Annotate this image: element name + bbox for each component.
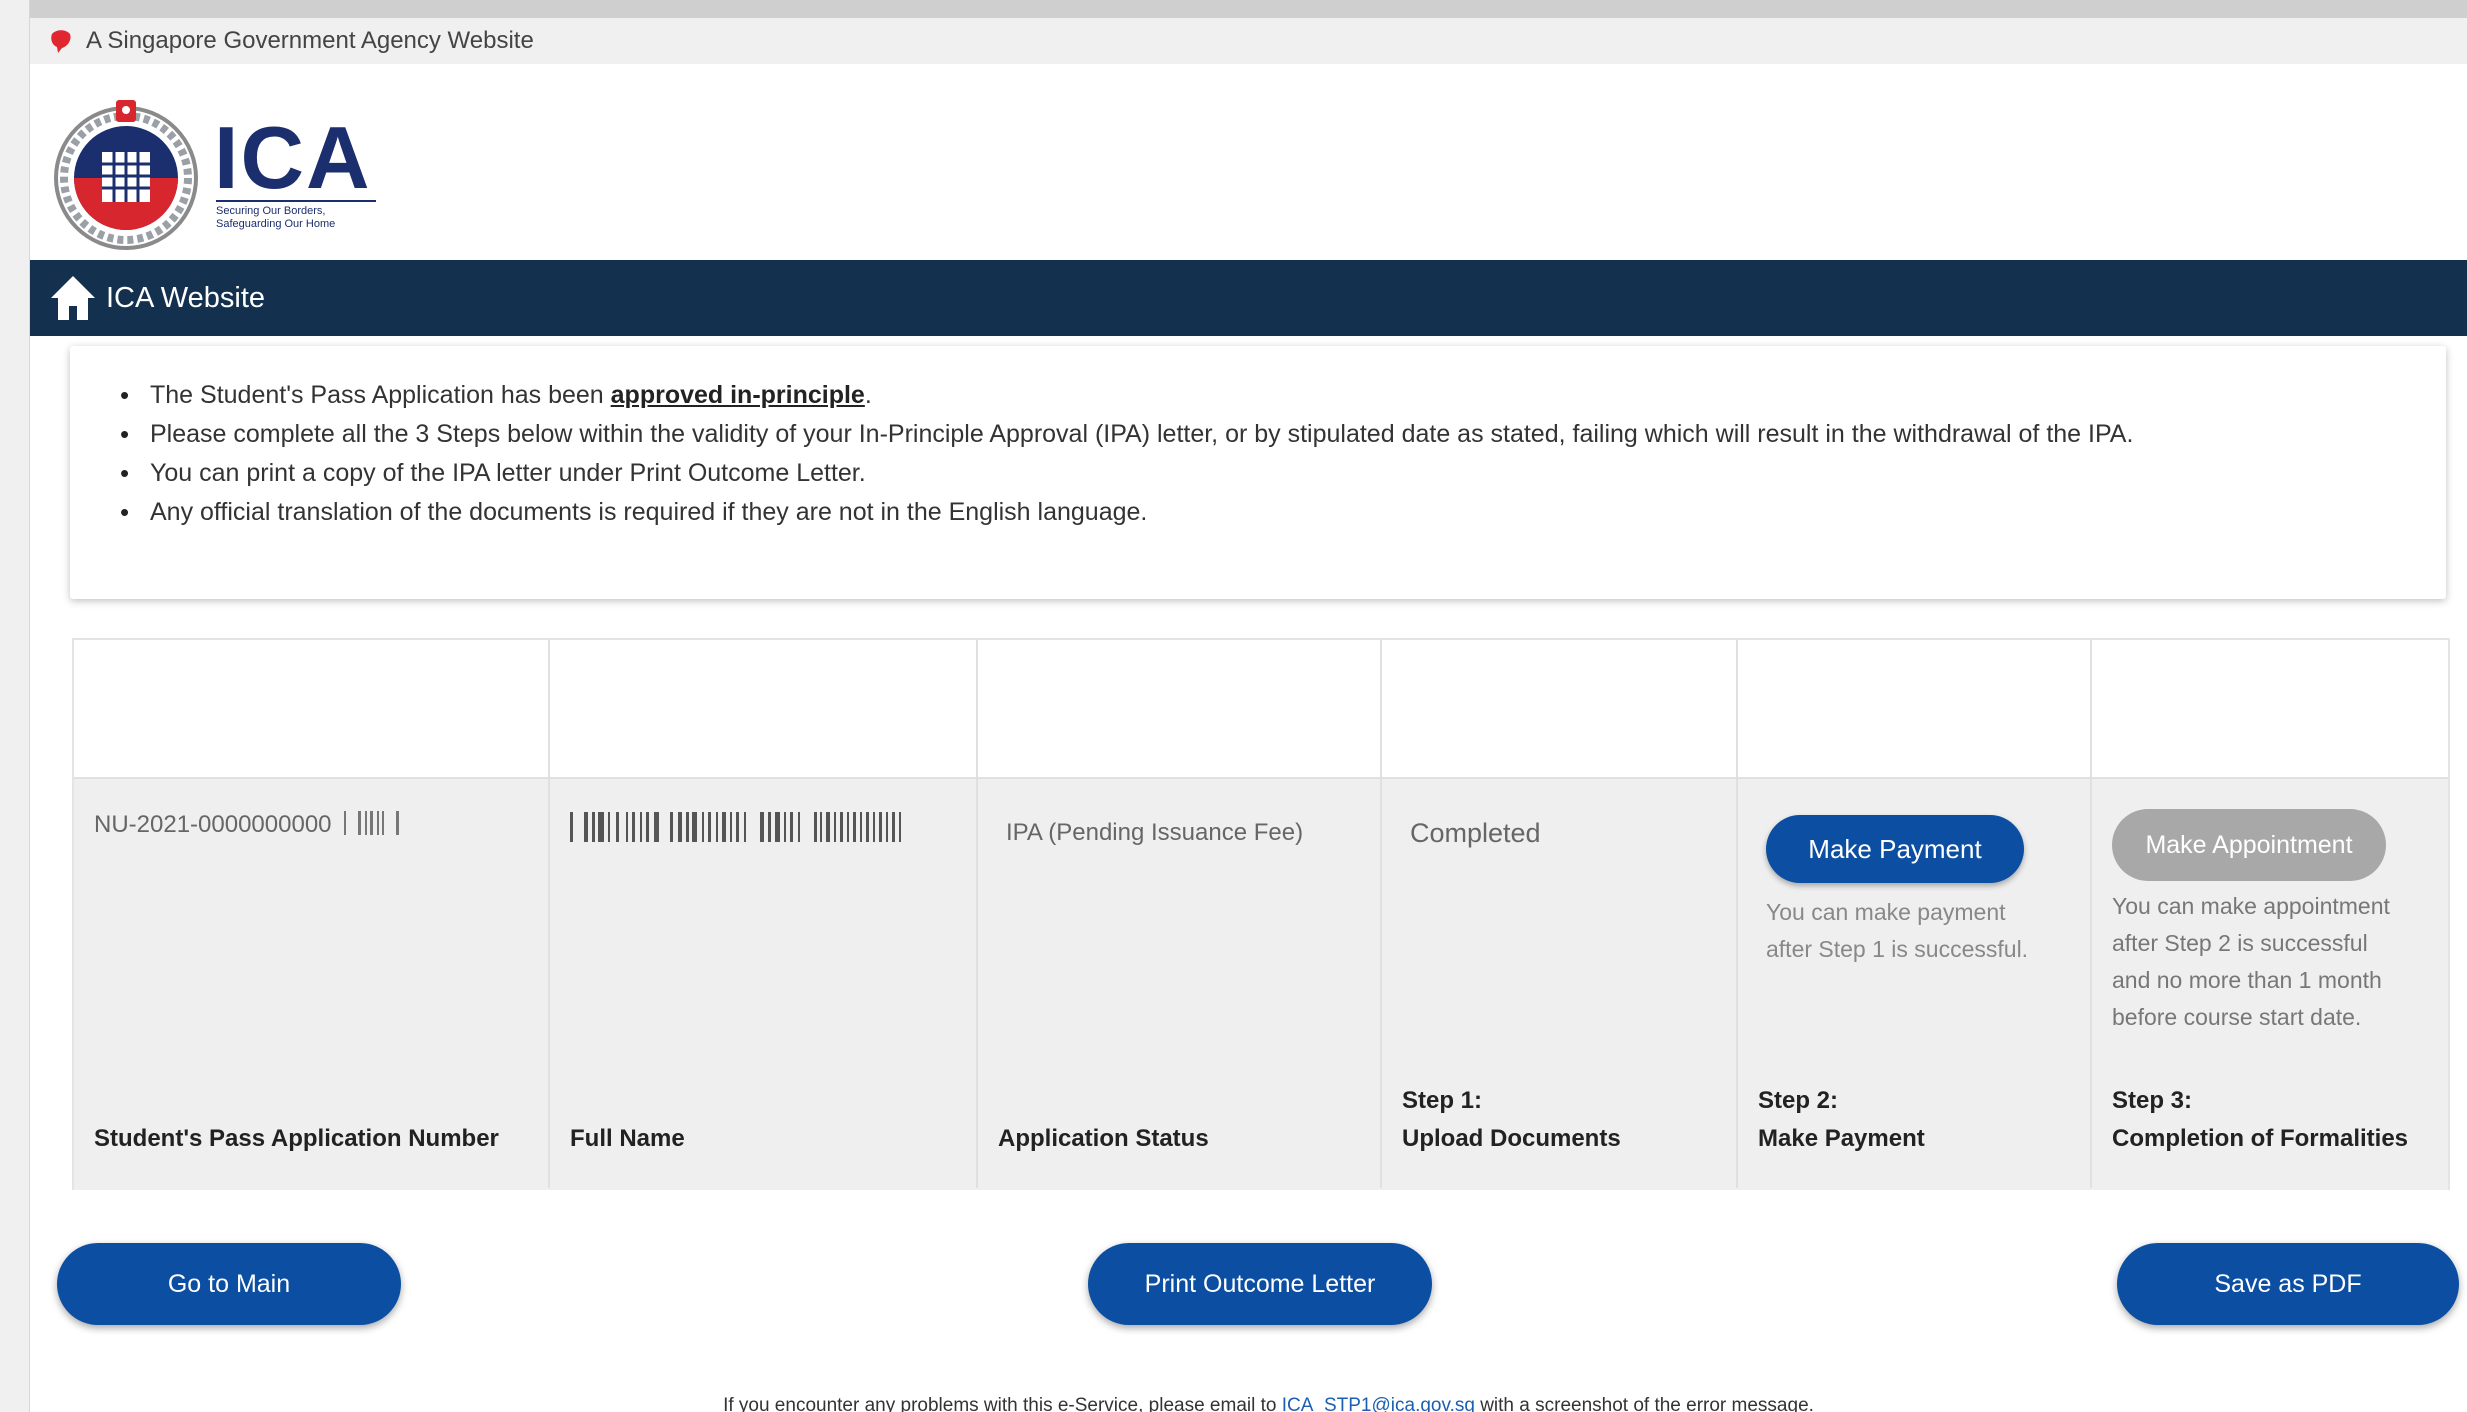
notice-item-approval: The Student's Pass Application has been … <box>110 376 2406 415</box>
column-step3: Step 3: Completion of Formalities Make A… <box>2092 640 2452 1188</box>
header-step1-title: Step 1: <box>1402 1087 1483 1114</box>
application-table: Student's Pass Application Number NU-202… <box>72 638 2450 1190</box>
header-step1: Step 1: Upload Documents <box>1402 1082 1621 1158</box>
notice-approval-text: The Student's Pass Application has been <box>150 381 611 409</box>
header-step3: Step 3: Completion of Formalities <box>2112 1082 2408 1158</box>
header-app-number: Student's Pass Application Number <box>94 1125 499 1152</box>
support-email-link[interactable]: ICA_STP1@ica.gov.sg <box>1282 1395 1475 1412</box>
column-step2: Step 2: Make Payment Make Payment You ca… <box>1738 640 2092 1188</box>
print-outcome-letter-button[interactable]: Print Outcome Letter <box>1088 1243 1432 1325</box>
go-to-main-button[interactable]: Go to Main <box>57 1243 401 1325</box>
main-navbar: ICA Website <box>30 260 2467 336</box>
cell-app-number: NU-2021-0000000000 <box>94 806 412 843</box>
column-step1: Step 1: Upload Documents Completed <box>1382 640 1738 1188</box>
header-full-name: Full Name <box>570 1125 685 1152</box>
header-step3-label: Completion of Formalities <box>2112 1125 2409 1152</box>
ica-tagline-line-2: Safeguarding Our Home <box>216 218 336 230</box>
approved-in-principle-text: approved in-principle <box>610 381 865 409</box>
redacted-name-icon <box>570 812 901 842</box>
cell-status: IPA (Pending Issuance Fee) <box>1006 819 1304 846</box>
header-status: Application Status <box>998 1125 1209 1152</box>
redacted-barcode-icon <box>344 811 400 835</box>
column-status: Application Status IPA (Pending Issuance… <box>978 640 1382 1188</box>
step3-note-line-3: and no more than 1 month <box>2112 967 2382 993</box>
step2-note-line-1: You can make payment <box>1766 899 2006 925</box>
header-step2-label: Make Payment <box>1758 1125 1925 1152</box>
window-left-edge <box>0 0 30 1412</box>
column-app-number: Student's Pass Application Number NU-202… <box>74 640 550 1188</box>
window-top-edge <box>0 0 2467 18</box>
singapore-lion-icon <box>51 30 71 53</box>
step3-note-line-1: You can make appointment <box>2112 893 2390 919</box>
step3-note: You can make appointment after Step 2 is… <box>2112 888 2390 1036</box>
home-icon[interactable] <box>48 272 98 324</box>
header-step3-title: Step 3: <box>2112 1087 2193 1114</box>
ica-website-link[interactable]: ICA Website <box>106 282 265 315</box>
footer-help-text: If you encounter any problems with this … <box>30 1395 2467 1412</box>
notice-item-print: You can print a copy of the IPA letter u… <box>110 454 2406 493</box>
make-payment-button[interactable]: Make Payment <box>1766 815 2024 883</box>
header-step2-title: Step 2: <box>1758 1087 1839 1114</box>
notice-approval-period: . <box>864 381 872 409</box>
ica-wordmark: ICA <box>214 108 372 207</box>
notice-item-steps: Please complete all the 3 Steps below wi… <box>110 415 2406 454</box>
government-banner: A Singapore Government Agency Website <box>30 18 2467 64</box>
column-full-name: Full Name <box>550 640 978 1188</box>
step3-note-line-2: after Step 2 is successful <box>2112 930 2368 956</box>
step3-note-line-4: before course start date. <box>2112 1004 2362 1030</box>
site-header: ICA Securing Our Borders, Safeguarding O… <box>30 64 2467 278</box>
ica-tagline-line-1: Securing Our Borders, <box>216 205 326 217</box>
header-step2: Step 2: Make Payment <box>1758 1082 1925 1158</box>
footer-text-before: If you encounter any problems with this … <box>723 1395 1282 1412</box>
notice-item-translation: Any official translation of the document… <box>110 493 2406 532</box>
app-number-value: NU-2021-0000000000 <box>94 811 332 838</box>
make-appointment-button[interactable]: Make Appointment <box>2112 809 2386 881</box>
government-banner-text: A Singapore Government Agency Website <box>86 27 534 54</box>
header-step1-label: Upload Documents <box>1402 1125 1621 1152</box>
ica-crest-logo[interactable] <box>50 94 202 252</box>
cell-step1-status: Completed <box>1410 818 1541 848</box>
step2-note-line-2: after Step 1 is successful. <box>1766 936 2029 962</box>
page-frame: A Singapore Government Agency Website IC… <box>30 18 2467 1412</box>
step2-note: You can make payment after Step 1 is suc… <box>1766 894 2028 968</box>
save-as-pdf-button[interactable]: Save as PDF <box>2117 1243 2459 1325</box>
footer-text-after: with a screenshot of the error message. <box>1474 1395 1814 1412</box>
ica-tagline: Securing Our Borders, Safeguarding Our H… <box>216 200 376 231</box>
notice-panel: The Student's Pass Application has been … <box>70 346 2446 599</box>
